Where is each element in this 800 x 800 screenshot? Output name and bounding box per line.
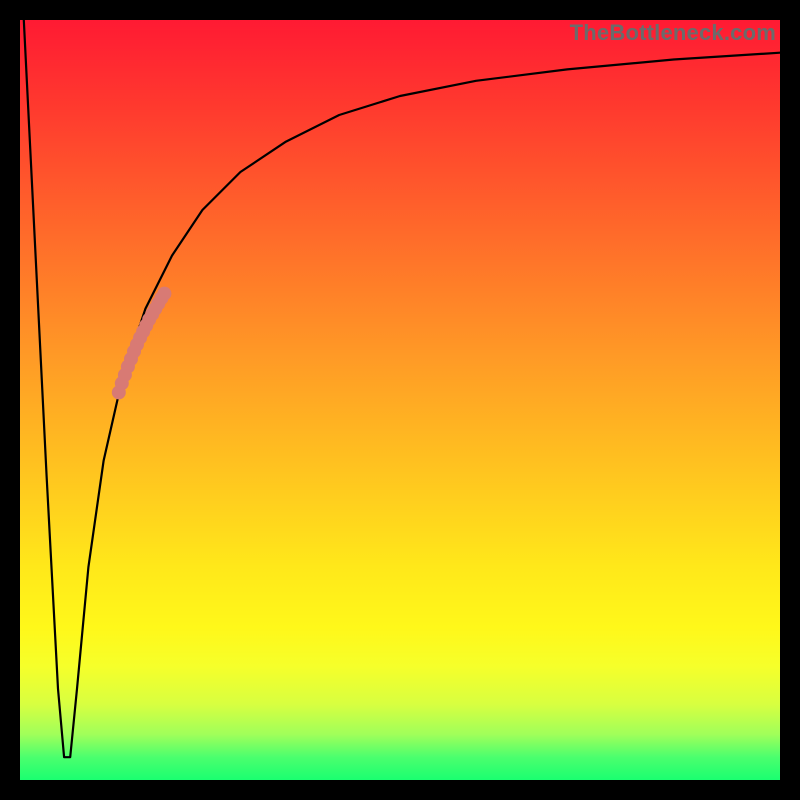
highlight-dots [112, 287, 172, 400]
plot-area: TheBottleneck.com [20, 20, 780, 780]
chart-svg [20, 20, 780, 780]
bottleneck-curve [24, 20, 780, 757]
chart-frame: TheBottleneck.com [0, 0, 800, 800]
highlight-dot [157, 287, 171, 301]
